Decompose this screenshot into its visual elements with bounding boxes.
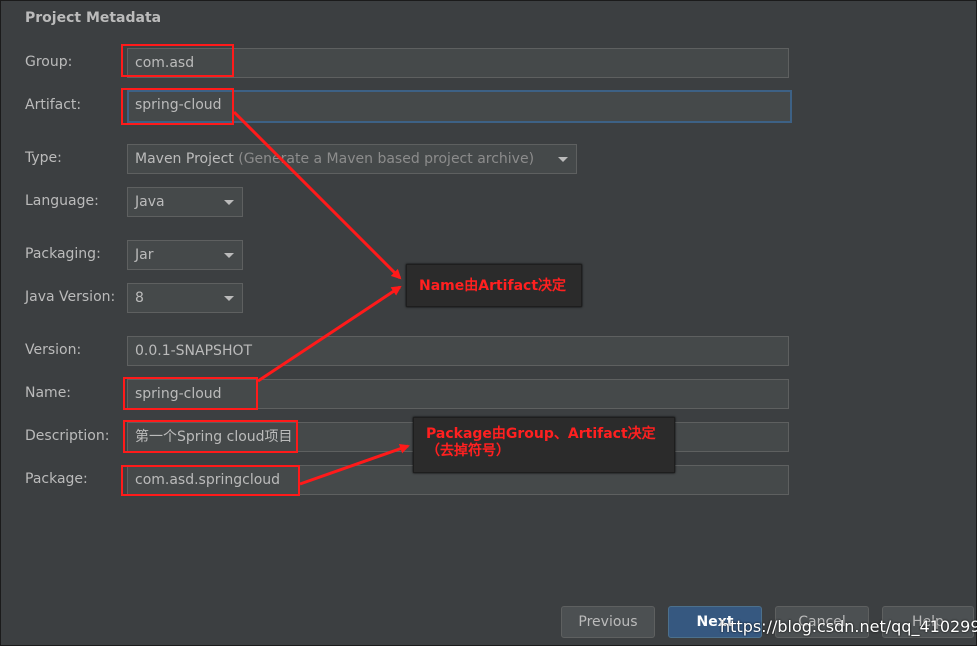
previous-button[interactable]: Previous <box>561 606 655 638</box>
language-select[interactable]: Java <box>127 187 243 217</box>
chevron-down-icon <box>224 200 234 205</box>
description-label: Description: <box>25 428 110 444</box>
group-highlight-box <box>121 44 234 77</box>
type-hint: (Generate a Maven based project archive) <box>238 151 535 167</box>
java-version-label: Java Version: <box>25 289 116 305</box>
name-highlight-box <box>123 377 258 410</box>
name-label: Name: <box>25 385 72 401</box>
artifact-label: Artifact: <box>25 97 82 113</box>
language-value: Java <box>135 194 165 210</box>
chevron-down-icon <box>558 157 568 162</box>
description-highlight-box <box>123 420 298 453</box>
group-label: Group: <box>25 54 73 70</box>
package-note-line1: Package由Group、Artifact决定 <box>426 426 656 442</box>
name-annotation-note: Name由Artifact决定 <box>406 264 582 307</box>
package-annotation-note: Package由Group、Artifact决定 （去掉符号） <box>413 417 675 473</box>
chevron-down-icon <box>224 253 234 258</box>
type-value: Maven Project <box>135 151 234 167</box>
version-label: Version: <box>25 342 82 358</box>
packaging-label: Packaging: <box>25 246 101 262</box>
java-version-select[interactable]: 8 <box>127 283 243 313</box>
type-select[interactable]: Maven Project (Generate a Maven based pr… <box>127 144 577 174</box>
packaging-value: Jar <box>135 247 154 263</box>
chevron-down-icon <box>224 296 234 301</box>
section-title: Project Metadata <box>25 10 162 26</box>
watermark-url: https://blog.csdn.net/qq_41029923 <box>720 617 977 636</box>
type-label: Type: <box>25 150 62 166</box>
language-label: Language: <box>25 193 99 209</box>
package-note-line2: （去掉符号） <box>426 443 510 459</box>
package-highlight-box <box>121 465 300 496</box>
packaging-select[interactable]: Jar <box>127 240 243 270</box>
java-version-value: 8 <box>135 290 144 306</box>
artifact-highlight-box <box>121 88 234 125</box>
package-label: Package: <box>25 471 88 487</box>
version-field[interactable]: 0.0.1-SNAPSHOT <box>127 336 789 366</box>
